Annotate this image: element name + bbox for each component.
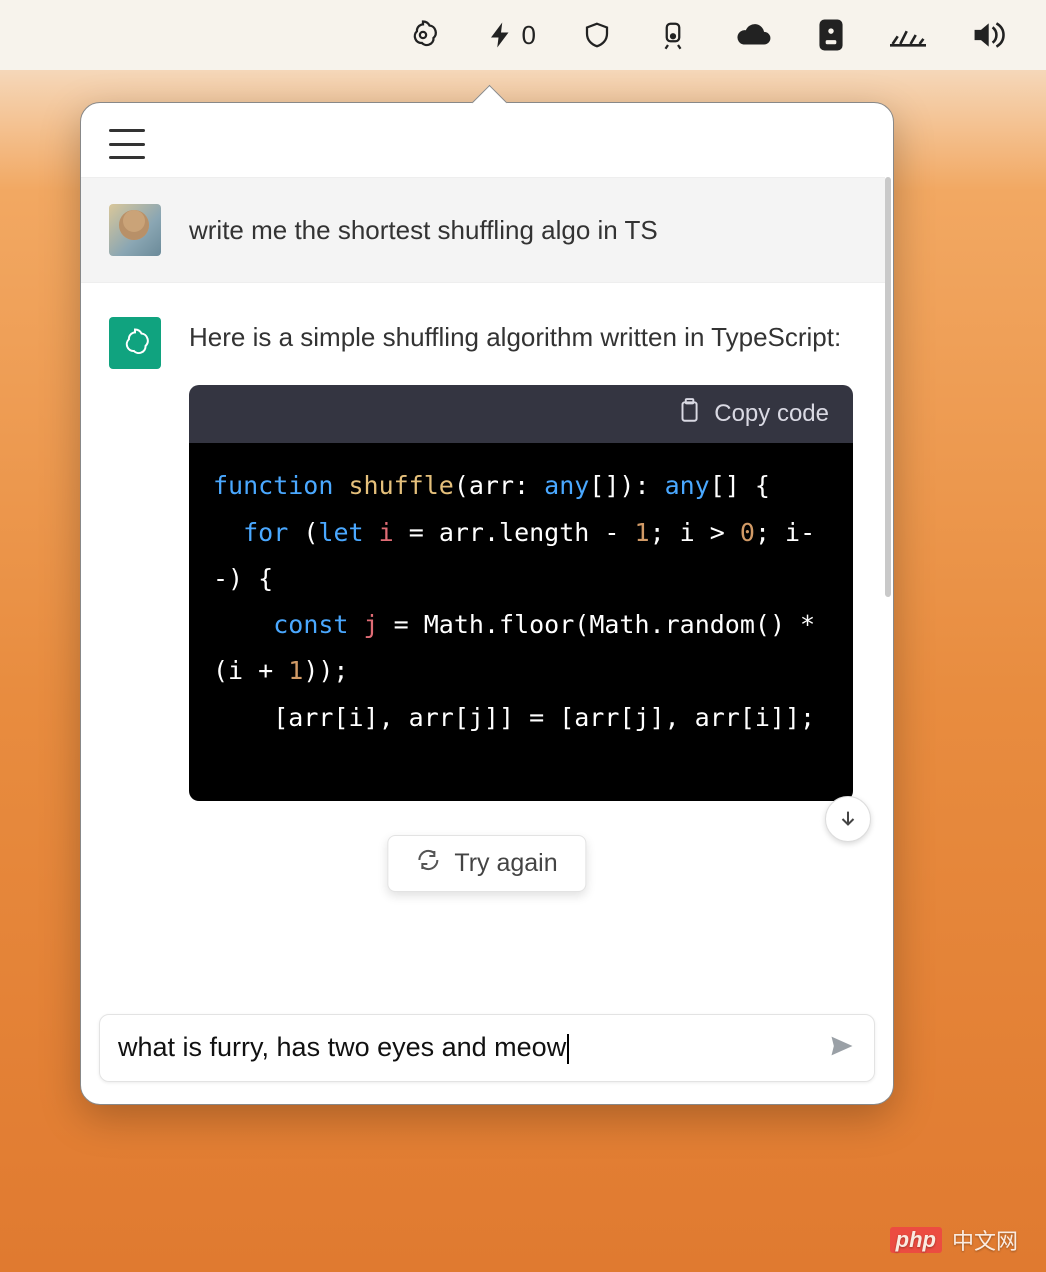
macos-menubar: 0 xyxy=(0,0,1046,70)
volume-icon[interactable] xyxy=(972,20,1008,50)
openai-icon[interactable] xyxy=(406,18,440,52)
train-icon[interactable] xyxy=(658,18,688,52)
watermark-logo: php xyxy=(890,1227,942,1253)
input-row: what is furry, has two eyes and meow xyxy=(81,1002,893,1104)
scrollbar-thumb[interactable] xyxy=(885,177,891,597)
try-again-button[interactable]: Try again xyxy=(387,835,586,892)
clipboard-icon[interactable] xyxy=(678,398,700,431)
chat-scroll-area[interactable]: write me the shortest shuffling algo in … xyxy=(81,177,893,1002)
try-again-label: Try again xyxy=(454,849,557,878)
assistant-message: Here is a simple shuffling algorithm wri… xyxy=(81,283,885,801)
chatgpt-popover: write me the shortest shuffling algo in … xyxy=(80,102,894,1105)
send-button[interactable] xyxy=(828,1032,856,1065)
cloud-icon[interactable] xyxy=(734,22,772,48)
assistant-intro-text: Here is a simple shuffling algorithm wri… xyxy=(189,317,845,357)
message-input[interactable]: what is furry, has two eyes and meow xyxy=(118,1032,828,1064)
assistant-avatar xyxy=(109,317,161,369)
user-message-text: write me the shortest shuffling algo in … xyxy=(189,212,658,248)
popover-header xyxy=(81,103,893,177)
user-message: write me the shortest shuffling algo in … xyxy=(81,177,885,283)
brightness-icon[interactable] xyxy=(890,23,926,47)
watermark-text: 中文网 xyxy=(952,1224,1018,1256)
text-cursor xyxy=(567,1034,569,1064)
badge-icon[interactable] xyxy=(818,18,844,52)
watermark: php 中文网 xyxy=(890,1224,1018,1256)
copy-code-button[interactable]: Copy code xyxy=(714,400,829,428)
refresh-icon xyxy=(416,848,440,879)
bolt-count: 0 xyxy=(522,20,536,51)
message-input-box[interactable]: what is furry, has two eyes and meow xyxy=(99,1014,875,1082)
scroll-to-bottom-button[interactable] xyxy=(825,796,871,842)
bolt-icon xyxy=(486,20,516,50)
code-block: Copy code function shuffle(arr: any[]): … xyxy=(189,385,853,801)
code-content[interactable]: function shuffle(arr: any[]): any[] { fo… xyxy=(189,443,853,801)
shield-icon[interactable] xyxy=(582,20,612,50)
user-avatar xyxy=(109,204,161,256)
code-header: Copy code xyxy=(189,385,853,443)
scrollbar-track[interactable] xyxy=(885,177,891,1002)
bolt-status[interactable]: 0 xyxy=(486,20,536,51)
hamburger-menu[interactable] xyxy=(109,129,145,159)
